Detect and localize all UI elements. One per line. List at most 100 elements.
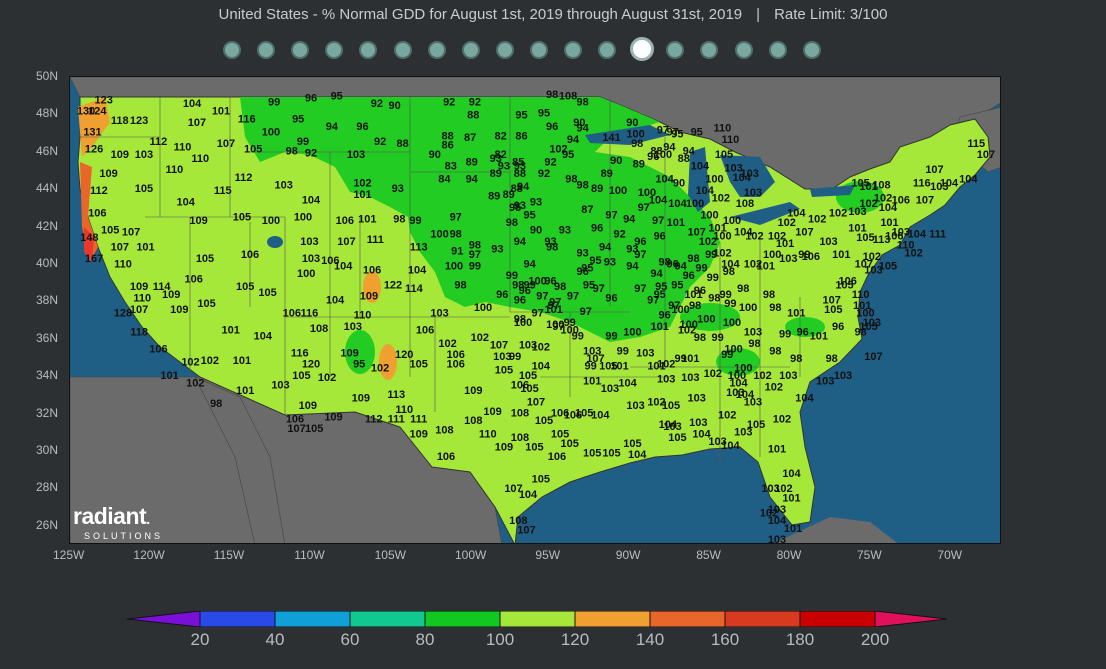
gdd-value-label: 92 (371, 98, 383, 110)
gdd-value-label: 96 (605, 293, 617, 305)
timeline-dot[interactable] (700, 41, 719, 59)
lat-label: 42N (36, 218, 59, 233)
gdd-value-label: 111 (410, 413, 427, 425)
gdd-value-label: 106 (839, 276, 857, 288)
gdd-value-label: 115 (214, 185, 232, 197)
gdd-value-label: 104 (326, 295, 345, 307)
gdd-value-label: 96 (591, 223, 603, 235)
timeline-dot[interactable] (564, 41, 582, 59)
gdd-value-label: 116 (238, 113, 256, 125)
gdd-value-label: 110 (479, 428, 497, 440)
lat-label: 30N (36, 443, 59, 457)
gdd-value-label: 89 (466, 157, 478, 169)
timeline-dot[interactable] (291, 41, 310, 59)
legend-arrow-low (127, 611, 201, 627)
gdd-value-label: 102 (760, 508, 778, 520)
gdd-value-label: 104 (254, 330, 273, 342)
legend-swatch (499, 611, 576, 627)
gdd-value-label: 109 (170, 304, 188, 316)
gdd-value-label: 100 (686, 198, 704, 210)
gdd-value-label: 88 (467, 110, 479, 122)
gdd-value-label: 98 (565, 174, 577, 186)
gdd-value-label: 123 (95, 94, 113, 106)
timeline-dot[interactable] (461, 41, 480, 59)
gdd-value-label: 99 (779, 328, 791, 340)
gdd-value-label: 110 (852, 289, 870, 301)
gdd-value-label: 101 (757, 261, 775, 273)
gdd-value-label: 104 (795, 393, 814, 405)
timeline-dot[interactable] (495, 41, 514, 59)
gdd-value-label: 109 (464, 385, 482, 397)
timeline-dot[interactable] (666, 41, 685, 59)
gdd-value-label: 113 (410, 242, 428, 254)
gdd-value-label: 94 (650, 268, 663, 280)
timeline-dot[interactable] (630, 37, 655, 61)
gdd-value-label: 99 (721, 349, 733, 361)
gdd-value-label: 116 (301, 308, 319, 320)
gdd-value-label: 109 (162, 289, 180, 301)
lon-label: 70W (937, 548, 963, 562)
timeline-dot[interactable] (598, 41, 617, 59)
gdd-value-label: 96 (546, 121, 558, 133)
gdd-value-label: 101 (832, 249, 850, 261)
timeline-dot[interactable] (529, 41, 548, 59)
gdd-value-label: 102 (353, 178, 371, 190)
gdd-value-label: 87 (464, 132, 476, 144)
title-text: United States - % Normal GDD for August … (218, 6, 743, 23)
gdd-value-label: 100 (262, 215, 280, 227)
gdd-value-label: 98 (514, 313, 526, 325)
legend-label: 180 (785, 630, 815, 649)
gdd-value-label: 89 (601, 168, 613, 180)
timeline-dot[interactable] (393, 41, 412, 59)
gdd-value-label: 102 (808, 213, 826, 225)
map-canvas: 123130124118 123131126112109 103104101107 1… (70, 77, 1000, 543)
gdd-value-label: 103 (689, 417, 707, 429)
gdd-value-label: 103 (681, 372, 699, 384)
gdd-value-label: 95 (671, 279, 683, 291)
legend-label: 140 (635, 630, 665, 649)
gdd-value-label: 109 (483, 406, 501, 418)
gdd-value-label: 101 (222, 325, 240, 337)
timeline-dot[interactable] (359, 41, 378, 59)
gdd-value-label: 98 (737, 283, 749, 295)
gdd-value-label: 97 (531, 308, 543, 320)
lat-label: 40N (36, 256, 59, 270)
timeline-dot[interactable] (223, 41, 241, 59)
gdd-value-label: 109 (299, 400, 317, 412)
gdd-value-label: 101 (358, 213, 376, 225)
gdd-value-label: 96 (654, 230, 666, 242)
gdd-map[interactable]: 123 130 124 118 123 131 126 112 109 103 104 101 107 1… (69, 76, 1001, 544)
gdd-value-label: 97 (469, 249, 481, 261)
gdd-value-label: 104 (696, 185, 715, 197)
gdd-value-label: 109 (111, 149, 129, 161)
lat-label: 36N (36, 330, 59, 345)
gdd-value-label: 112 (150, 136, 168, 148)
gdd-value-label: 120 (302, 359, 320, 371)
gdd-value-label: 95 (562, 149, 574, 161)
timeline-dot[interactable] (768, 41, 787, 59)
legend-swatch (649, 611, 726, 627)
gdd-value-label: 126 (85, 144, 103, 156)
timeline-dot[interactable] (734, 41, 753, 59)
gdd-value-label: 123 (130, 115, 148, 127)
timeline-dot[interactable] (325, 41, 344, 59)
gdd-value-label: 105 (583, 447, 601, 459)
gdd-value-label: 103 (741, 168, 759, 180)
gdd-value-label: 90 (573, 117, 585, 129)
gdd-value-label: 109 (352, 393, 370, 405)
gdd-value-label: 104 (618, 378, 637, 390)
gdd-value-label: 100 (713, 230, 731, 242)
gdd-value-label: 110 (114, 259, 132, 271)
gdd-value-label: 103 (583, 345, 601, 357)
timeline-dot[interactable] (257, 41, 276, 59)
gdd-value-label: 99 (409, 215, 421, 227)
gdd-value-label: 90 (429, 149, 441, 161)
gdd-value-label: 97 (634, 283, 646, 295)
legend-arrow-high (874, 611, 947, 627)
timeline-dot[interactable] (802, 41, 821, 59)
timeline-dot[interactable] (427, 41, 446, 59)
legend-label: 160 (710, 630, 740, 649)
gdd-value-label: 89 (633, 159, 645, 171)
radiant-logo: radiant. SOLUTIONS (73, 505, 163, 542)
gdd-value-label: 102 (371, 362, 389, 374)
